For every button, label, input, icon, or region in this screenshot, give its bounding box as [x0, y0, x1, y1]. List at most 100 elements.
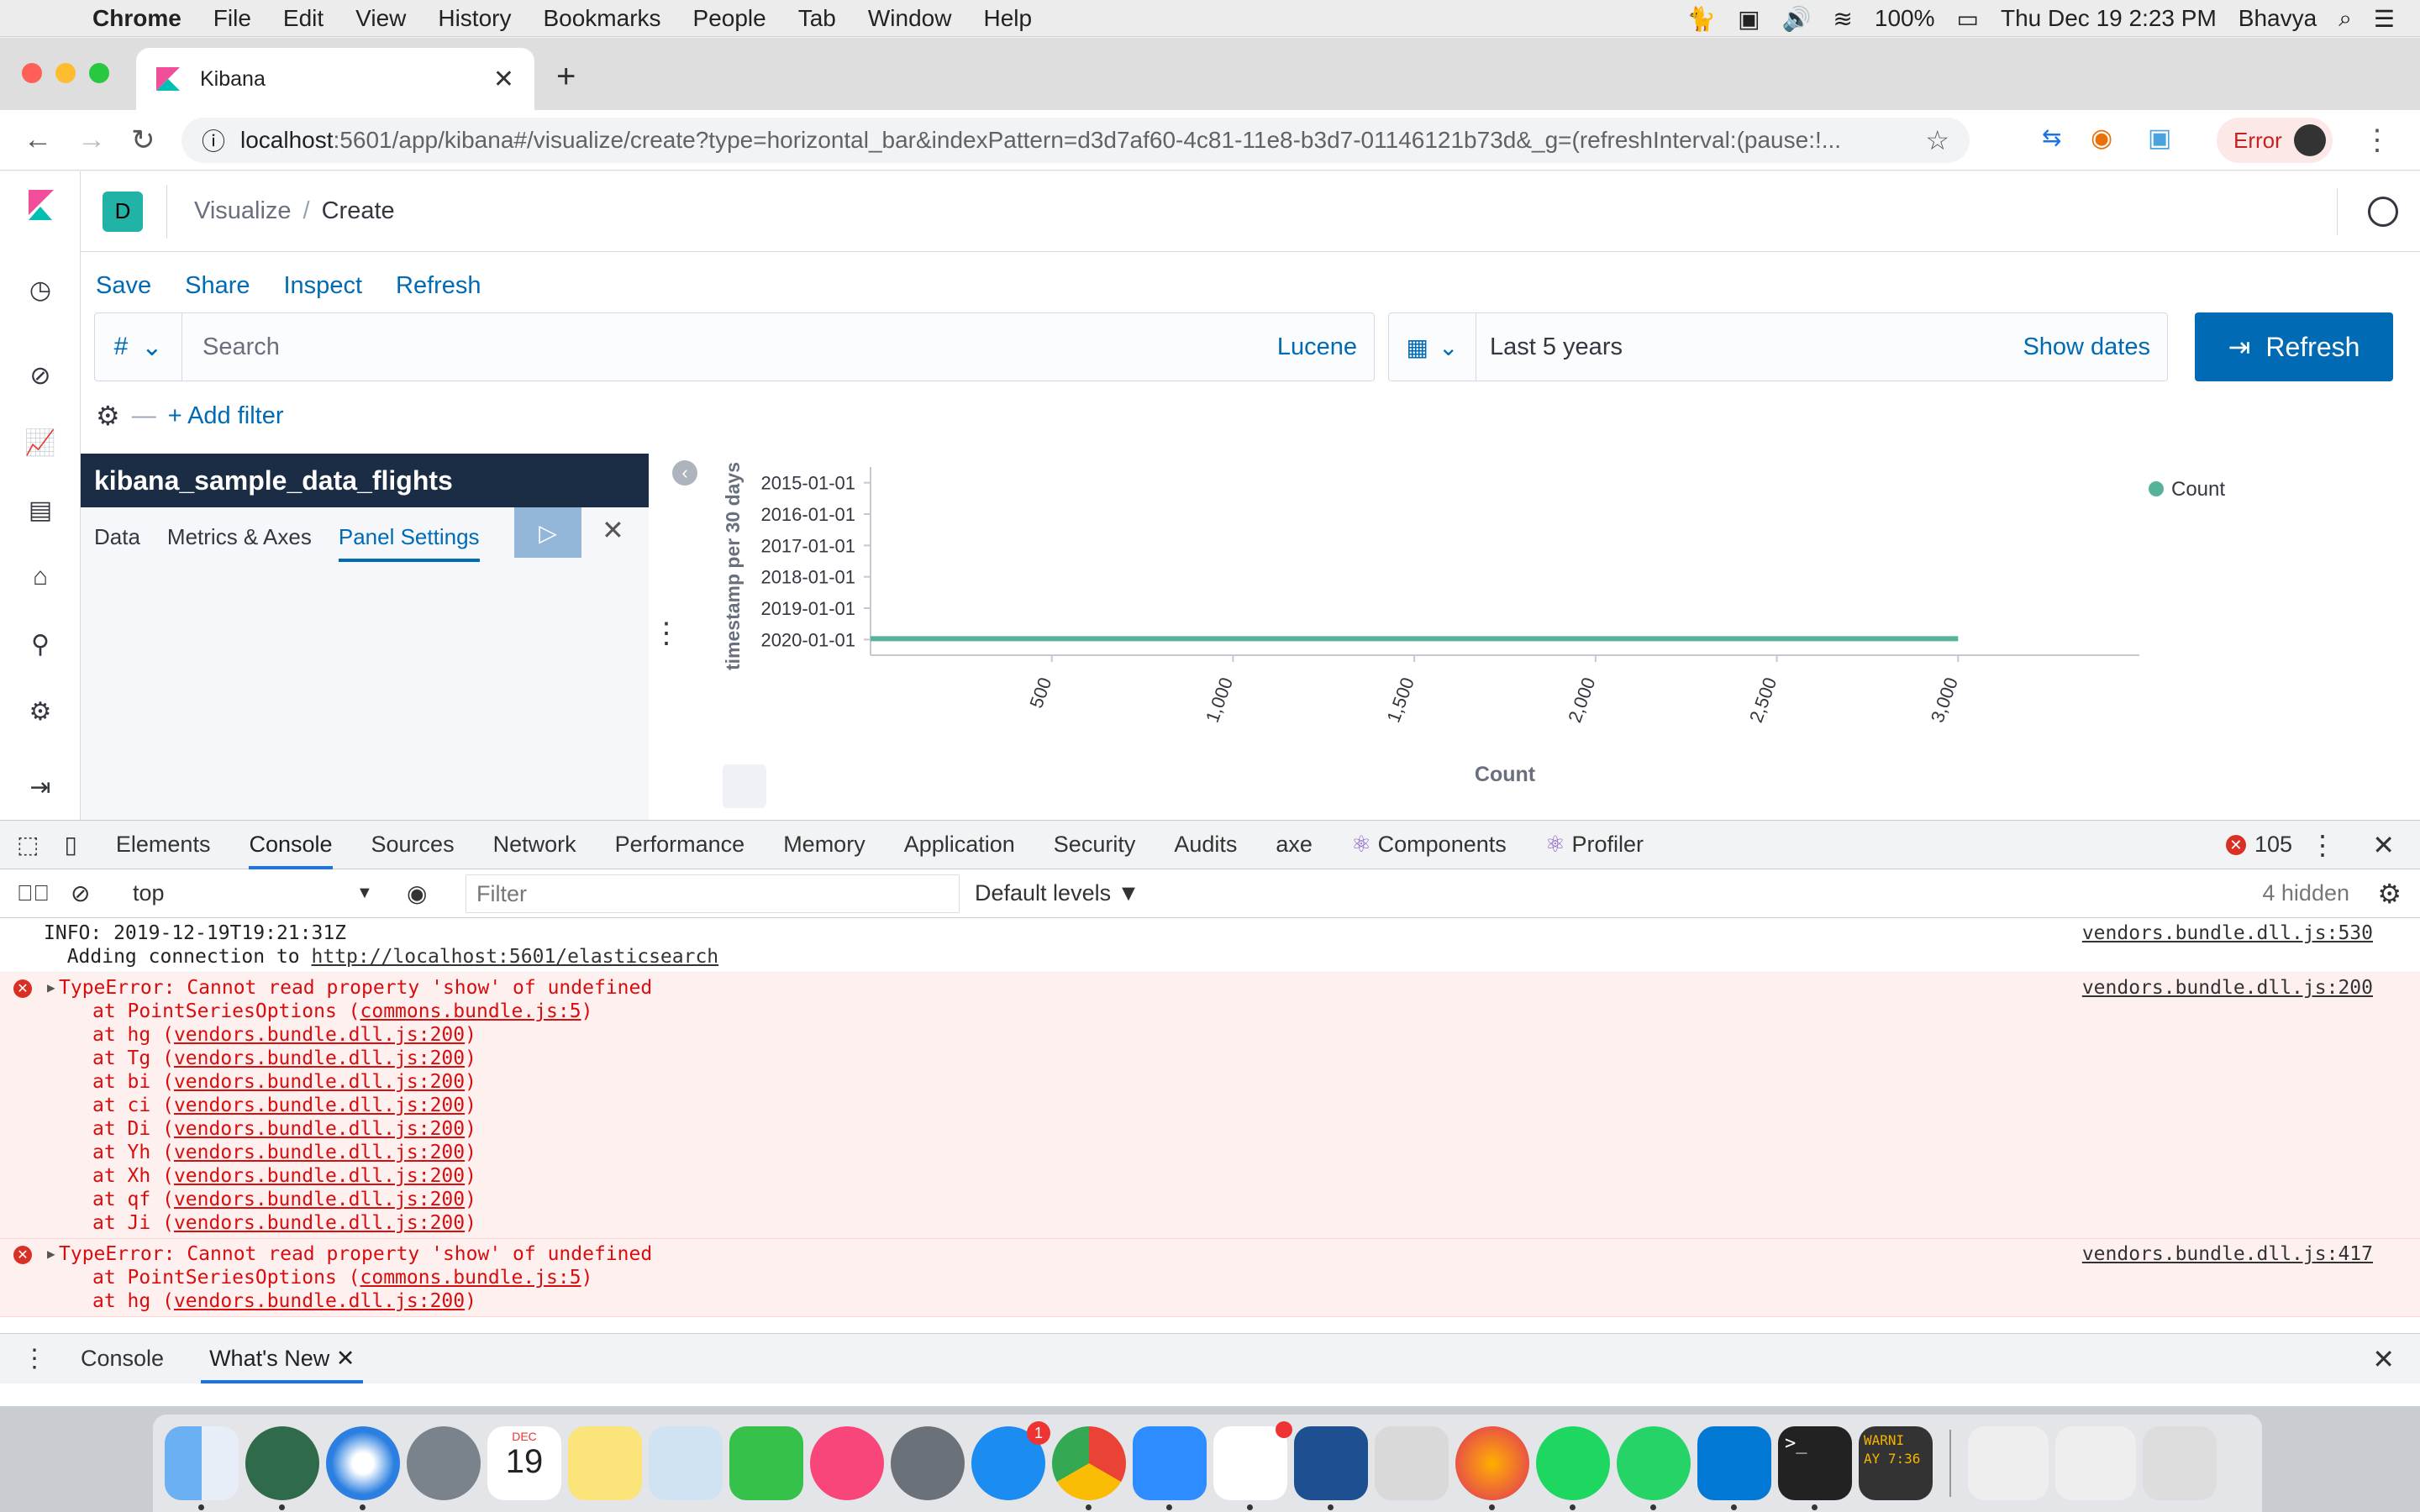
facetime-icon[interactable] [729, 1426, 803, 1500]
error-counter[interactable]: ✕ 105 [2225, 832, 2292, 858]
tab-close-icon[interactable]: ✕ [493, 65, 514, 94]
device-toolbar-icon[interactable]: ▯ [64, 831, 76, 858]
notification-center-icon[interactable]: ☰ [2374, 5, 2395, 33]
console-filter-input[interactable]: Filter [466, 874, 960, 913]
music-icon[interactable] [810, 1426, 884, 1500]
chrome-menu-icon[interactable]: ⋮ [2363, 123, 2391, 157]
system-preferences-icon[interactable] [891, 1426, 965, 1500]
dashboard-icon[interactable]: ▤ [24, 496, 57, 529]
terminal-icon[interactable]: >_ [1778, 1426, 1852, 1510]
notes-icon[interactable] [568, 1426, 642, 1500]
minimize-window-icon[interactable] [55, 63, 76, 83]
tab-metrics-axes[interactable]: Metrics & Axes [167, 524, 312, 550]
collapse-sidebar-icon[interactable]: ‹ [672, 460, 697, 486]
help-icon[interactable] [2368, 197, 2398, 227]
stack-frame-link[interactable]: vendors.bundle.dll.js:200 [174, 1212, 465, 1234]
spotlight-icon[interactable]: ⌕ [2338, 5, 2352, 33]
launchpad-icon[interactable] [407, 1426, 481, 1500]
menu-people[interactable]: People [693, 5, 766, 32]
bookmark-star-icon[interactable]: ☆ [1925, 124, 1949, 156]
context-selector[interactable]: top [133, 880, 376, 906]
stack-frame-link[interactable]: vendors.bundle.dll.js:200 [174, 1071, 465, 1093]
menu-file[interactable]: File [213, 5, 251, 32]
menu-window[interactable]: Window [868, 5, 952, 32]
spotify-icon[interactable] [1536, 1426, 1610, 1510]
tab-performance[interactable]: Performance [615, 832, 745, 858]
zoom-window-icon[interactable] [89, 63, 109, 83]
menu-tab[interactable]: Tab [798, 5, 836, 32]
message-source-link[interactable]: vendors.bundle.dll.js:417 [2082, 1242, 2373, 1266]
cat-icon[interactable]: 🐈 [1686, 5, 1716, 33]
new-tab-icon[interactable]: + [556, 58, 576, 96]
finder-icon[interactable] [165, 1426, 239, 1510]
stack-frame-link[interactable]: vendors.bundle.dll.js:200 [174, 1024, 465, 1046]
live-expression-eye-icon[interactable]: ◉ [407, 879, 427, 907]
clear-console-icon[interactable]: ⊘ [71, 879, 90, 907]
discover-icon[interactable]: ⊘ [24, 361, 57, 395]
expand-triangle-icon[interactable]: ▶ [47, 976, 55, 1000]
stack-frame-link[interactable]: vendors.bundle.dll.js:200 [174, 1142, 465, 1163]
menu-edit[interactable]: Edit [283, 5, 324, 32]
message-source-link[interactable]: vendors.bundle.dll.js:530 [2082, 921, 2373, 945]
refresh-link[interactable]: Refresh [396, 272, 481, 300]
inspect-link[interactable]: Inspect [284, 272, 363, 300]
breadcrumb-visualize[interactable]: Visualize [194, 197, 292, 225]
devtools-close-icon[interactable]: ✕ [2372, 829, 2395, 861]
show-dates-link[interactable]: Show dates [2023, 333, 2150, 361]
tab-memory[interactable]: Memory [783, 832, 865, 858]
menu-history[interactable]: History [438, 5, 511, 32]
stack-frame-link[interactable]: commons.bundle.js:5 [360, 1267, 581, 1289]
screen-recorder-icon[interactable] [1375, 1426, 1449, 1500]
extension-eye-icon[interactable]: ◉ [2091, 123, 2112, 153]
search-input[interactable]: Search [203, 333, 280, 361]
battery-icon[interactable]: ▭ [1957, 5, 1979, 33]
legend-toggle-icon[interactable] [723, 764, 766, 808]
stack-frame-link[interactable]: vendors.bundle.dll.js:200 [174, 1290, 465, 1312]
tab-network[interactable]: Network [493, 832, 576, 858]
tab-security[interactable]: Security [1054, 832, 1136, 858]
preview-icon[interactable] [649, 1426, 723, 1500]
menu-app-name[interactable]: Chrome [92, 5, 182, 32]
firefox-icon[interactable] [1455, 1426, 1529, 1510]
stack-frame-link[interactable]: vendors.bundle.dll.js:200 [174, 1047, 465, 1069]
drawer-close-icon[interactable]: ✕ [2372, 1343, 2395, 1375]
console-icon[interactable]: WARNI AY 7:36 [1859, 1426, 1933, 1500]
profile-error-button[interactable]: Error [2217, 118, 2333, 163]
stack-frame-link[interactable]: vendors.bundle.dll.js:200 [174, 1118, 465, 1140]
share-link[interactable]: Share [185, 272, 250, 300]
volume-icon[interactable]: 🔊 [1782, 5, 1812, 33]
menu-help[interactable]: Help [983, 5, 1032, 32]
close-icon[interactable]: ✕ [336, 1346, 355, 1371]
expand-nav-icon[interactable]: ⇥ [24, 773, 57, 806]
virtualbox-icon[interactable] [1294, 1426, 1368, 1510]
zoom-icon[interactable] [1133, 1426, 1207, 1510]
query-language-button[interactable]: # ⌄ [95, 313, 182, 381]
tab-components[interactable]: ⚛ Components [1351, 832, 1507, 858]
site-info-icon[interactable]: ⓘ [202, 123, 225, 157]
stack-frame-link[interactable]: vendors.bundle.dll.js:200 [174, 1189, 465, 1210]
chrome-icon[interactable] [1052, 1426, 1126, 1510]
tab-data[interactable]: Data [94, 524, 140, 550]
expand-triangle-icon[interactable]: ▶ [47, 1242, 55, 1266]
extension-lookme-icon[interactable]: ▣ [2148, 123, 2171, 153]
visualize-icon[interactable]: 📈 [24, 428, 57, 462]
drawer-menu-icon[interactable]: ⋮ [22, 1344, 47, 1373]
reload-icon[interactable]: ↻ [131, 123, 155, 157]
whatsapp-icon[interactable] [1617, 1426, 1691, 1510]
resize-handle-icon[interactable]: ⋮ [652, 617, 681, 650]
drawer-tab-console[interactable]: Console [81, 1346, 164, 1372]
tab-elements[interactable]: Elements [116, 832, 211, 858]
close-window-icon[interactable] [22, 63, 42, 83]
user-name[interactable]: Bhavya [2238, 5, 2317, 32]
drawer-tab-whats-new[interactable]: What's New ✕ [201, 1334, 364, 1383]
quick-menu-button[interactable]: ▦ ⌄ [1389, 313, 1476, 381]
context-dropdown-icon[interactable]: ▼ [356, 884, 373, 903]
forward-icon[interactable]: → [77, 123, 106, 156]
menu-view[interactable]: View [355, 5, 406, 32]
tab-profiler[interactable]: ⚛ Profiler [1545, 832, 1644, 858]
tab-console[interactable]: Console [249, 820, 333, 869]
tab-sources[interactable]: Sources [371, 832, 455, 858]
stack-frame-link[interactable]: commons.bundle.js:5 [360, 1000, 581, 1022]
recently-viewed-icon[interactable]: ◷ [24, 276, 57, 309]
stack-frame-link[interactable]: vendors.bundle.dll.js:200 [174, 1165, 465, 1187]
